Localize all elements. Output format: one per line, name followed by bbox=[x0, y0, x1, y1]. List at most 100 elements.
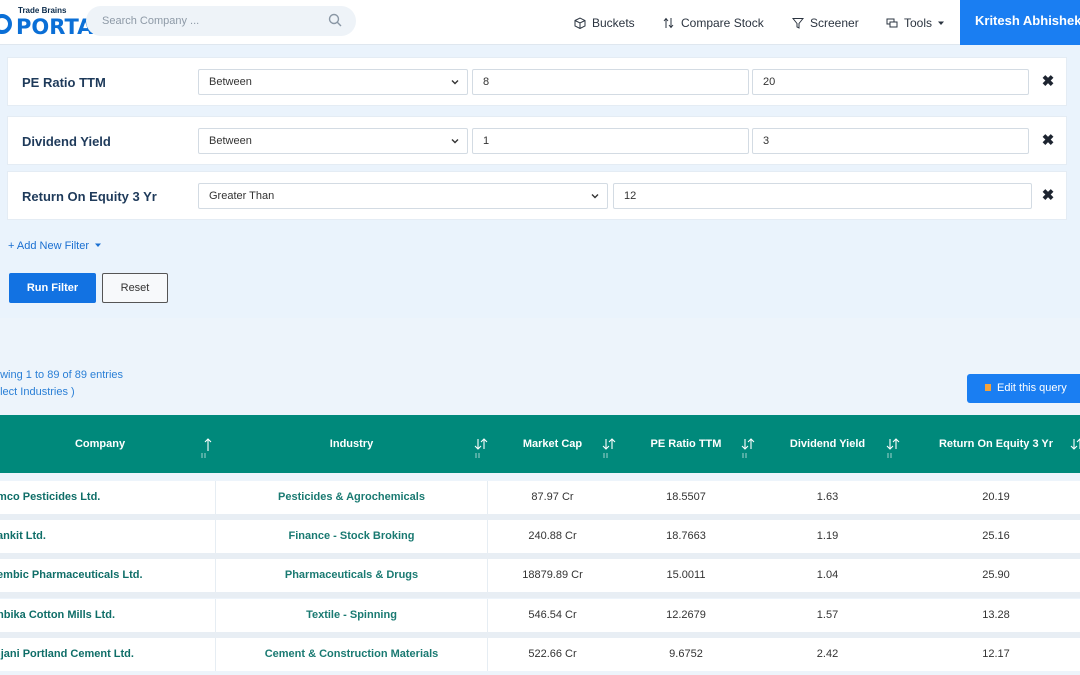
table-header: Company Industry Market Cap PE Ratio TTM… bbox=[0, 415, 1080, 473]
dividend-yield-cell: 1.63 bbox=[816, 491, 839, 503]
sort-icon[interactable] bbox=[886, 437, 900, 459]
caret-down-icon bbox=[95, 243, 102, 247]
operator-value: Between bbox=[209, 76, 252, 88]
row-divider bbox=[0, 592, 1080, 598]
nav-screener[interactable]: Screener bbox=[792, 0, 859, 45]
edit-query-button[interactable]: Edit this query bbox=[967, 374, 1080, 403]
tools-icon bbox=[886, 18, 898, 27]
industry-link[interactable]: Textile - Spinning bbox=[215, 599, 488, 632]
table-row[interactable]: lembic Pharmaceuticals Ltd. Pharmaceutic… bbox=[0, 559, 1080, 592]
roe-cell: 13.28 bbox=[982, 609, 1010, 621]
operator-value: Between bbox=[209, 135, 252, 147]
sort-icon[interactable] bbox=[602, 437, 616, 459]
table-row[interactable]: lankit Ltd. Finance - Stock Broking 240.… bbox=[0, 520, 1080, 553]
search-input[interactable] bbox=[102, 6, 312, 36]
filter-row-pe-ratio: PE Ratio TTM Between 8 20 ✖ bbox=[7, 57, 1067, 106]
nav-compare-label: Compare Stock bbox=[681, 15, 764, 30]
search-box[interactable] bbox=[86, 6, 356, 36]
industry-link[interactable]: Cement & Construction Materials bbox=[215, 638, 488, 671]
column-header-industry[interactable]: Industry bbox=[215, 415, 488, 473]
add-filter-label: + Add New Filter bbox=[8, 240, 90, 252]
market-cap-cell: 240.88 Cr bbox=[528, 530, 577, 542]
caret-down-icon bbox=[938, 21, 945, 25]
trade-brains-logo[interactable]: Trade Brains PORTAL bbox=[0, 4, 107, 40]
industry-link[interactable]: Pesticides & Agrochemicals bbox=[215, 481, 488, 514]
column-header-pe-ratio[interactable]: PE Ratio TTM bbox=[640, 415, 732, 473]
operator-value: Greater Than bbox=[209, 190, 275, 202]
sort-icon[interactable] bbox=[1070, 437, 1080, 459]
user-account-button[interactable]: Kritesh Abhishek bbox=[960, 0, 1080, 45]
select-industries-link[interactable]: elect Industries ) bbox=[0, 386, 75, 398]
nav-buckets-label: Buckets bbox=[592, 15, 635, 30]
sort-icon[interactable] bbox=[474, 437, 488, 459]
table-row[interactable]: njani Portland Cement Ltd. Cement & Cons… bbox=[0, 638, 1080, 671]
min-value-field[interactable]: 1 bbox=[472, 128, 749, 154]
remove-filter-close-icon[interactable]: ✖ bbox=[1038, 72, 1058, 92]
add-new-filter-link[interactable]: + Add New Filter bbox=[8, 240, 102, 252]
top-navbar: Trade Brains PORTAL Buckets Compare Stoc… bbox=[0, 0, 1080, 45]
filter-row-dividend-yield: Dividend Yield Between 1 3 ✖ bbox=[7, 116, 1067, 165]
search-icon[interactable] bbox=[328, 13, 342, 27]
box-icon bbox=[574, 16, 586, 29]
sort-ascending-icon[interactable] bbox=[200, 437, 214, 459]
company-link[interactable]: mbika Cotton Mills Ltd. bbox=[0, 599, 204, 632]
column-header-company[interactable]: Company bbox=[0, 415, 200, 473]
filter-icon bbox=[792, 17, 804, 29]
market-cap-cell: 522.66 Cr bbox=[528, 648, 577, 660]
column-header-dividend-yield[interactable]: Dividend Yield bbox=[780, 415, 875, 473]
lock-icon bbox=[985, 383, 991, 391]
chevron-down-icon bbox=[451, 139, 459, 144]
roe-cell: 25.16 bbox=[982, 530, 1010, 542]
run-filter-button[interactable]: Run Filter bbox=[9, 273, 96, 303]
roe-cell: 20.19 bbox=[982, 491, 1010, 503]
entries-count-text: owing 1 to 89 of 89 entries bbox=[0, 369, 124, 381]
operator-select[interactable]: Between bbox=[198, 128, 468, 154]
max-value-field[interactable]: 20 bbox=[752, 69, 1029, 95]
dividend-yield-cell: 1.04 bbox=[816, 569, 839, 581]
filter-row-roe-3yr: Return On Equity 3 Yr Greater Than 12 ✖ bbox=[7, 171, 1067, 220]
table-row[interactable]: imco Pesticides Ltd. Pesticides & Agroch… bbox=[0, 481, 1080, 514]
filter-label: PE Ratio TTM bbox=[22, 75, 106, 90]
filter-label: Dividend Yield bbox=[22, 134, 111, 149]
sort-icon[interactable] bbox=[741, 437, 755, 459]
pe-ratio-cell: 18.7663 bbox=[666, 530, 706, 542]
value-field[interactable]: 12 bbox=[613, 183, 1032, 209]
nav-buckets[interactable]: Buckets bbox=[574, 0, 635, 45]
company-link[interactable]: lembic Pharmaceuticals Ltd. bbox=[0, 559, 204, 592]
nav-compare-stock[interactable]: Compare Stock bbox=[663, 0, 764, 45]
pe-ratio-cell: 18.5507 bbox=[666, 491, 706, 503]
company-link[interactable]: imco Pesticides Ltd. bbox=[0, 481, 204, 514]
column-header-market-cap[interactable]: Market Cap bbox=[510, 415, 595, 473]
nav-tools[interactable]: Tools bbox=[886, 0, 945, 45]
roe-cell: 12.17 bbox=[982, 648, 1010, 660]
filter-label: Return On Equity 3 Yr bbox=[22, 189, 157, 204]
dividend-yield-cell: 1.19 bbox=[816, 530, 839, 542]
market-cap-cell: 546.54 Cr bbox=[528, 609, 577, 621]
logo-small-text: Trade Brains bbox=[18, 6, 67, 15]
edit-query-label: Edit this query bbox=[997, 382, 1067, 394]
dividend-yield-cell: 2.42 bbox=[816, 648, 839, 660]
remove-filter-close-icon[interactable]: ✖ bbox=[1038, 131, 1058, 151]
nav-tools-label: Tools bbox=[904, 15, 933, 30]
table-row[interactable]: mbika Cotton Mills Ltd. Textile - Spinni… bbox=[0, 599, 1080, 632]
roe-cell: 25.90 bbox=[982, 569, 1010, 581]
pe-ratio-cell: 12.2679 bbox=[666, 609, 706, 621]
chevron-down-icon bbox=[451, 80, 459, 85]
nav-screener-label: Screener bbox=[810, 15, 859, 30]
market-cap-cell: 18879.89 Cr bbox=[522, 569, 583, 581]
industry-link[interactable]: Finance - Stock Broking bbox=[215, 520, 488, 553]
logo-magnifier-icon bbox=[0, 14, 12, 34]
company-link[interactable]: njani Portland Cement Ltd. bbox=[0, 638, 204, 671]
industry-link[interactable]: Pharmaceuticals & Drugs bbox=[215, 559, 488, 592]
max-value-field[interactable]: 3 bbox=[752, 128, 1029, 154]
company-link[interactable]: lankit Ltd. bbox=[0, 520, 204, 553]
swap-arrows-icon bbox=[663, 17, 674, 28]
chevron-down-icon bbox=[591, 194, 599, 199]
remove-filter-close-icon[interactable]: ✖ bbox=[1038, 186, 1058, 206]
column-header-roe-3yr[interactable]: Return On Equity 3 Yr bbox=[930, 415, 1062, 473]
reset-button[interactable]: Reset bbox=[102, 273, 168, 303]
min-value-field[interactable]: 8 bbox=[472, 69, 749, 95]
pe-ratio-cell: 15.0011 bbox=[666, 569, 706, 581]
operator-select[interactable]: Greater Than bbox=[198, 183, 608, 209]
operator-select[interactable]: Between bbox=[198, 69, 468, 95]
